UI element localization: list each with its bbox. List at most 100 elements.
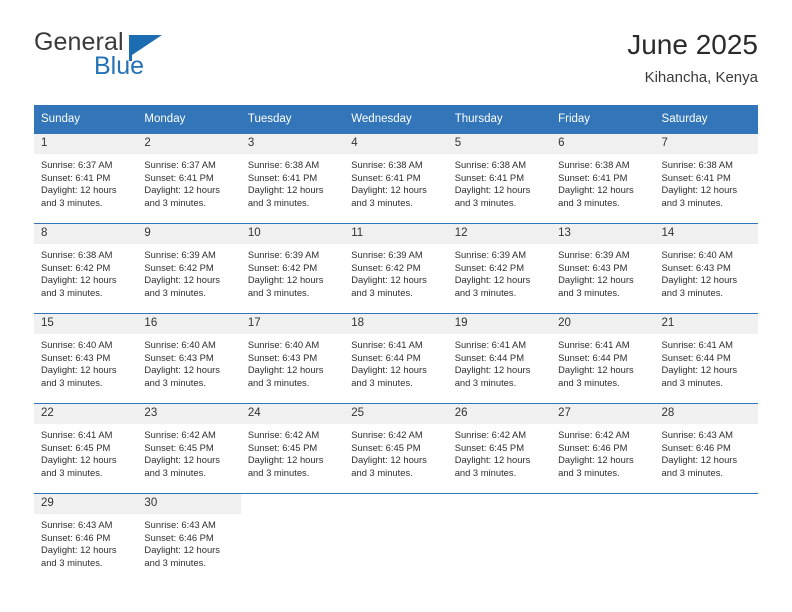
day-details: Sunrise: 6:38 AM Sunset: 6:41 PM Daylight:…	[344, 154, 447, 209]
day-details: Sunrise: 6:37 AM Sunset: 6:41 PM Daylight:…	[137, 154, 240, 209]
day-details: Sunrise: 6:39 AM Sunset: 6:42 PM Daylight:…	[344, 244, 447, 299]
day-number: 7	[654, 134, 758, 154]
calendar-day-cell[interactable]: 23 Sunrise: 6:42 AM Sunset: 6:45 PM Dayligh…	[137, 403, 241, 494]
sunrise-text: Sunrise: 6:41 AM	[661, 339, 733, 350]
calendar-day-cell[interactable]: 19 Sunrise: 6:41 AM Sunset: 6:44 PM Dayligh…	[447, 313, 552, 404]
weekday-header-wednesday: Wednesday	[344, 105, 448, 134]
day-number: 18	[344, 314, 448, 334]
calendar-day-cell[interactable]: 2 Sunrise: 6:37 AM Sunset: 6:41 PM Daylight…	[137, 133, 241, 224]
calendar-day-cell[interactable]: 5 Sunrise: 6:38 AM Sunset: 6:41 PM Daylight…	[447, 133, 552, 224]
calendar-day-cell[interactable]: 1 Sunrise: 6:37 AM Sunset: 6:41 PM Daylight…	[34, 133, 138, 224]
sunrise-text: Sunrise: 6:39 AM	[454, 249, 527, 260]
brand-name-blue: Blue	[94, 52, 145, 80]
day-details: Sunrise: 6:41 AM Sunset: 6:44 PM Daylight:…	[655, 334, 758, 389]
brand-logo[interactable]: General Blue	[34, 28, 294, 90]
weekday-header-tuesday: Tuesday	[240, 105, 345, 134]
day-number: 12	[447, 224, 552, 244]
calendar-day-cell[interactable]: 12 Sunrise: 6:39 AM Sunset: 6:42 PM Dayligh…	[447, 223, 552, 314]
calendar-day-cell[interactable]: 9 Sunrise: 6:39 AM Sunset: 6:42 PM Daylight…	[137, 223, 241, 314]
sunset-text: Sunset: 6:42 PM	[351, 261, 421, 273]
daylight-text: Daylight: 12 hours and 3 minutes.	[144, 274, 220, 298]
calendar-day-cell[interactable]: 30 Sunrise: 6:43 AM Sunset: 6:46 PM Dayligh…	[137, 493, 241, 583]
day-number: 19	[447, 314, 552, 334]
day-details: Sunrise: 6:40 AM Sunset: 6:43 PM Daylight:…	[137, 334, 240, 389]
sunset-text: Sunset: 6:41 PM	[41, 171, 111, 183]
calendar-day-cell[interactable]: 28 Sunrise: 6:43 AM Sunset: 6:46 PM Dayligh…	[654, 403, 758, 494]
sunrise-text: Sunrise: 6:41 AM	[351, 339, 423, 350]
day-number: 8	[34, 224, 138, 244]
day-number: 24	[240, 404, 345, 424]
calendar-day-cell[interactable]: 14 Sunrise: 6:40 AM Sunset: 6:43 PM Dayligh…	[654, 223, 758, 314]
sunset-text: Sunset: 6:46 PM	[661, 441, 731, 453]
sunset-text: Sunset: 6:45 PM	[351, 441, 421, 453]
sunset-text: Sunset: 6:41 PM	[351, 171, 421, 183]
day-number: 5	[447, 134, 552, 154]
daylight-text: Daylight: 12 hours and 3 minutes.	[661, 454, 738, 478]
calendar-day-cell[interactable]: 3 Sunrise: 6:38 AM Sunset: 6:41 PM Daylight…	[240, 133, 345, 224]
sunset-text: Sunset: 6:42 PM	[144, 261, 214, 273]
weekday-header-saturday: Saturday	[654, 105, 758, 134]
sunset-text: Sunset: 6:42 PM	[247, 261, 318, 273]
daylight-text: Daylight: 12 hours and 3 minutes.	[247, 274, 324, 298]
day-details: Sunrise: 6:40 AM Sunset: 6:43 PM Daylight:…	[34, 334, 137, 389]
sunrise-text: Sunrise: 6:42 AM	[558, 429, 630, 440]
page-header: General Blue June 2025 Kihancha, Kenya	[34, 28, 758, 94]
sunrise-text: Sunrise: 6:42 AM	[454, 429, 527, 440]
sunrise-text: Sunrise: 6:39 AM	[144, 249, 216, 260]
sunset-text: Sunset: 6:41 PM	[558, 171, 628, 183]
daylight-text: Daylight: 12 hours and 3 minutes.	[454, 274, 531, 298]
calendar-week-row: 29 Sunrise: 6:43 AM Sunset: 6:46 PM Dayligh…	[34, 493, 758, 583]
calendar-day-cell[interactable]: 8 Sunrise: 6:38 AM Sunset: 6:42 PM Daylight…	[34, 223, 138, 314]
day-number: 6	[551, 134, 655, 154]
calendar-day-cell[interactable]: 17 Sunrise: 6:40 AM Sunset: 6:43 PM Dayligh…	[240, 313, 345, 404]
day-number: 13	[551, 224, 655, 244]
sunrise-text: Sunrise: 6:38 AM	[351, 159, 423, 170]
day-details: Sunrise: 6:39 AM Sunset: 6:42 PM Daylight:…	[448, 244, 551, 299]
day-number: 26	[447, 404, 552, 424]
page-subtitle: Kihancha, Kenya	[644, 69, 758, 86]
day-number	[551, 494, 655, 514]
calendar-day-cell[interactable]: 6 Sunrise: 6:38 AM Sunset: 6:41 PM Daylight…	[551, 133, 655, 224]
calendar-day-cell[interactable]: 18 Sunrise: 6:41 AM Sunset: 6:44 PM Dayligh…	[344, 313, 448, 404]
calendar-day-cell[interactable]: 22 Sunrise: 6:41 AM Sunset: 6:45 PM Dayligh…	[34, 403, 138, 494]
calendar-day-cell[interactable]: 26 Sunrise: 6:42 AM Sunset: 6:45 PM Dayligh…	[447, 403, 552, 494]
day-details: Sunrise: 6:39 AM Sunset: 6:42 PM Daylight:…	[241, 244, 344, 299]
daylight-text: Daylight: 12 hours and 3 minutes.	[558, 454, 634, 478]
calendar-header-row: Sunday Monday Tuesday Wednesday Thursday…	[34, 105, 758, 134]
day-details: Sunrise: 6:43 AM Sunset: 6:46 PM Daylight:…	[655, 424, 758, 479]
calendar-day-cell[interactable]: 11 Sunrise: 6:39 AM Sunset: 6:42 PM Dayligh…	[344, 223, 448, 314]
sunset-text: Sunset: 6:43 PM	[661, 261, 731, 273]
calendar-day-cell[interactable]: 24 Sunrise: 6:42 AM Sunset: 6:45 PM Dayligh…	[240, 403, 345, 494]
daylight-text: Daylight: 12 hours and 3 minutes.	[41, 454, 117, 478]
calendar-day-cell[interactable]: 13 Sunrise: 6:39 AM Sunset: 6:43 PM Dayligh…	[551, 223, 655, 314]
day-details: Sunrise: 6:38 AM Sunset: 6:42 PM Daylight:…	[34, 244, 137, 299]
sunset-text: Sunset: 6:45 PM	[144, 441, 214, 453]
calendar-day-cell[interactable]: 7 Sunrise: 6:38 AM Sunset: 6:41 PM Daylight…	[654, 133, 758, 224]
sunrise-text: Sunrise: 6:38 AM	[247, 159, 320, 170]
calendar-day-cell[interactable]: 29 Sunrise: 6:43 AM Sunset: 6:46 PM Dayligh…	[34, 493, 138, 583]
day-details: Sunrise: 6:42 AM Sunset: 6:45 PM Daylight:…	[241, 424, 344, 479]
daylight-text: Daylight: 12 hours and 3 minutes.	[661, 184, 738, 208]
daylight-text: Daylight: 12 hours and 3 minutes.	[661, 274, 738, 298]
calendar-day-cell[interactable]: 10 Sunrise: 6:39 AM Sunset: 6:42 PM Dayligh…	[240, 223, 345, 314]
calendar-day-cell[interactable]: 16 Sunrise: 6:40 AM Sunset: 6:43 PM Dayligh…	[137, 313, 241, 404]
day-number: 27	[551, 404, 655, 424]
calendar-week-row: 8 Sunrise: 6:38 AM Sunset: 6:42 PM Daylight…	[34, 223, 758, 314]
calendar-day-cell[interactable]: 21 Sunrise: 6:41 AM Sunset: 6:44 PM Dayligh…	[654, 313, 758, 404]
weekday-header-sunday: Sunday	[34, 105, 138, 134]
daylight-text: Daylight: 12 hours and 3 minutes.	[558, 184, 634, 208]
day-details: Sunrise: 6:38 AM Sunset: 6:41 PM Daylight:…	[655, 154, 758, 209]
daylight-text: Daylight: 12 hours and 3 minutes.	[454, 364, 531, 388]
weekday-header-thursday: Thursday	[447, 105, 552, 134]
day-number: 15	[34, 314, 138, 334]
sunrise-text: Sunrise: 6:41 AM	[558, 339, 630, 350]
calendar-day-cell[interactable]: 15 Sunrise: 6:40 AM Sunset: 6:43 PM Dayligh…	[34, 313, 138, 404]
calendar-day-cell[interactable]: 27 Sunrise: 6:42 AM Sunset: 6:46 PM Dayligh…	[551, 403, 655, 494]
daylight-text: Daylight: 12 hours and 3 minutes.	[351, 454, 427, 478]
calendar-day-cell[interactable]: 20 Sunrise: 6:41 AM Sunset: 6:44 PM Dayligh…	[551, 313, 655, 404]
calendar-day-cell[interactable]: 4 Sunrise: 6:38 AM Sunset: 6:41 PM Daylight…	[344, 133, 448, 224]
sunset-text: Sunset: 6:43 PM	[558, 261, 628, 273]
calendar-day-cell[interactable]: 25 Sunrise: 6:42 AM Sunset: 6:45 PM Dayligh…	[344, 403, 448, 494]
daylight-text: Daylight: 12 hours and 3 minutes.	[247, 454, 324, 478]
sunrise-text: Sunrise: 6:39 AM	[247, 249, 320, 260]
